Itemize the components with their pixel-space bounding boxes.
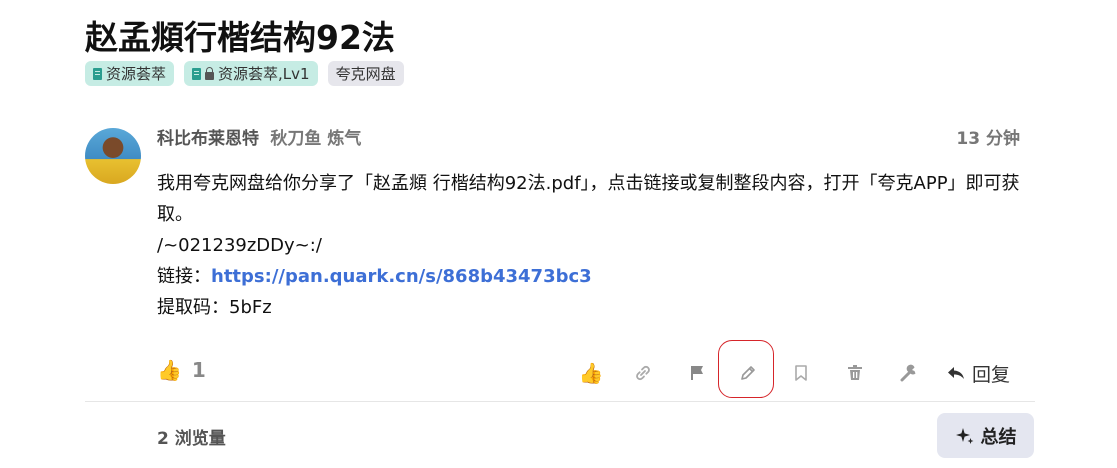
share-link[interactable]: https://pan.quark.cn/s/868b43473bc3	[211, 266, 592, 287]
book-icon	[192, 67, 202, 80]
category-tag-label: 资源荟萃,Lv1	[218, 65, 310, 83]
tag-list: 资源荟萃 资源荟萃,Lv1 夸克网盘	[85, 61, 404, 86]
post-body: 我用夸克网盘给你分享了「赵孟頫 行楷结构92法.pdf」，点击链接或复制整段内容…	[157, 168, 1027, 323]
wrench-icon	[900, 364, 916, 382]
flag-button[interactable]	[682, 357, 712, 389]
tag-label: 夸克网盘	[335, 65, 396, 83]
sparkle-icon	[955, 427, 973, 444]
like-button[interactable]: 👍	[576, 357, 606, 389]
post-link-line: 链接：https://pan.quark.cn/s/868b43473bc3	[157, 261, 1027, 292]
reply-label: 回复	[972, 363, 1011, 386]
summarize-button[interactable]: 总结	[937, 413, 1034, 458]
avatar[interactable]	[85, 128, 141, 184]
copy-link-button[interactable]	[628, 357, 658, 389]
post-actions: 👍 回复	[0, 357, 1117, 389]
category-tag-label: 资源荟萃	[106, 65, 167, 83]
post-timestamp[interactable]: 13 分钟	[956, 124, 1020, 149]
category-tag-resources[interactable]: 资源荟萃	[85, 61, 175, 86]
post-author: 科比布莱恩特 秋刀鱼 炼气	[157, 124, 361, 149]
view-count: 2 浏览量	[157, 429, 226, 449]
link-prefix: 链接：	[157, 266, 211, 287]
like-icon: 👍	[578, 361, 604, 385]
extract-code-line: 提取码：5bFz	[157, 297, 272, 318]
category-tag-resources-lv1[interactable]: 资源荟萃,Lv1	[184, 61, 318, 86]
lock-icon	[205, 66, 215, 80]
reply-button[interactable]: 回复	[946, 357, 1026, 389]
highlight-annotation	[718, 340, 774, 398]
tag-quark-pan[interactable]: 夸克网盘	[327, 61, 404, 86]
bookmark-button[interactable]	[786, 357, 816, 389]
reply-icon	[948, 367, 964, 379]
delete-button[interactable]	[840, 357, 870, 389]
author-title: 秋刀鱼 炼气	[270, 129, 362, 149]
link-icon	[636, 365, 650, 381]
flag-icon	[691, 366, 703, 380]
summarize-label: 总结	[980, 426, 1017, 448]
admin-button[interactable]	[894, 357, 924, 389]
author-name[interactable]: 科比布莱恩特	[157, 129, 259, 149]
post-text-line: 我用夸克网盘给你分享了「赵孟頫 行楷结构92法.pdf」，点击链接或复制整段内容…	[157, 173, 1020, 225]
trash-icon	[848, 365, 862, 380]
bookmark-icon	[795, 365, 807, 381]
topic-title: 赵孟頫行楷结构92法	[85, 18, 395, 57]
book-icon	[93, 67, 102, 80]
post-code-line: /~021239zDDy~:/	[157, 235, 322, 256]
divider	[85, 401, 1035, 402]
